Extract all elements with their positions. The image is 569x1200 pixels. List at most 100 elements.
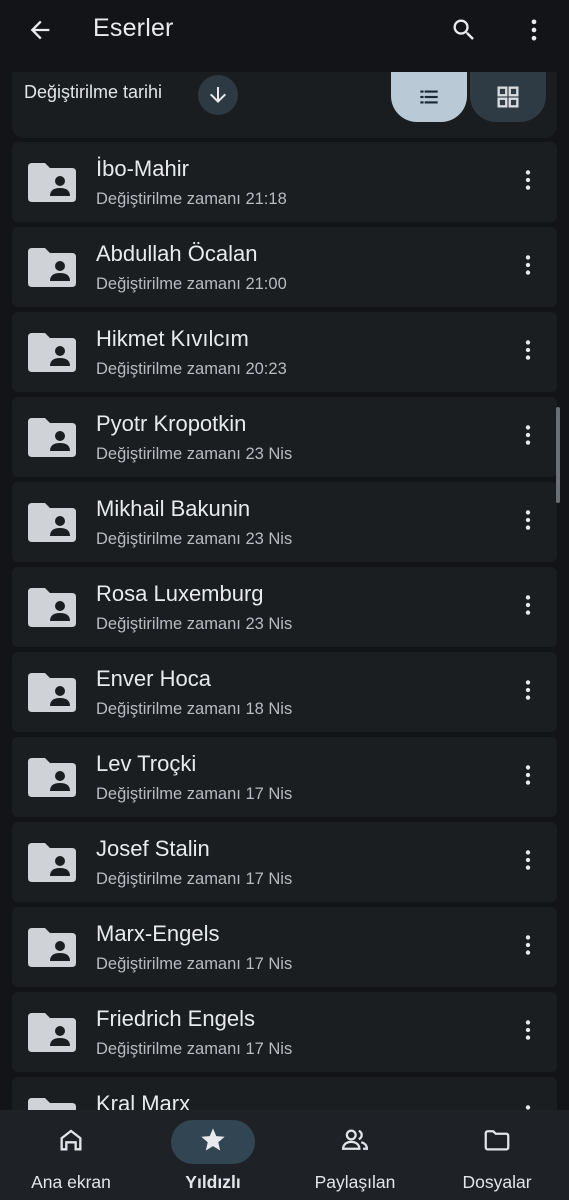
folder-more-button[interactable]	[508, 1093, 548, 1110]
folder-row[interactable]: Mikhail Bakunin Değiştirilme zamanı 23 Ni…	[12, 482, 557, 562]
folder-name: Friedrich Engels	[96, 1006, 255, 1031]
more-vert-icon	[515, 337, 541, 368]
nav-item-star[interactable]: Yıldızlı	[142, 1110, 284, 1200]
nav-indicator	[29, 1120, 113, 1164]
nav-label: Paylaşılan	[314, 1172, 396, 1192]
more-vert-icon	[515, 762, 541, 793]
people-icon	[340, 1125, 370, 1160]
nav-indicator	[313, 1120, 397, 1164]
folder-row[interactable]: İbo-Mahir Değiştirilme zamanı 21:18	[12, 142, 557, 222]
folder-row[interactable]: Pyotr Kropotkin Değiştirilme zamanı 23 Ni…	[12, 397, 557, 477]
shared-folder-icon	[28, 757, 76, 797]
folder-row[interactable]: Rosa Luxemburg Değiştirilme zamanı 23 Nis	[12, 567, 557, 647]
nav-label: Dosyalar	[462, 1172, 532, 1192]
folder-row[interactable]: Friedrich Engels Değiştirilme zamanı 17 N…	[12, 992, 557, 1072]
folder-row[interactable]: Josef Stalin Değiştirilme zamanı 17 Nis	[12, 822, 557, 902]
app-bar: Eserler	[0, 0, 569, 60]
folder-row[interactable]: Abdullah Öcalan Değiştirilme zamanı 21:00	[12, 227, 557, 307]
folder-row[interactable]: Lev Troçki Değiştirilme zamanı 17 Nis	[12, 737, 557, 817]
folder-more-button[interactable]	[508, 243, 548, 291]
shared-folder-icon	[28, 927, 76, 967]
folder-more-button[interactable]	[508, 413, 548, 461]
scrollbar[interactable]	[556, 407, 560, 503]
folder-name: Josef Stalin	[96, 836, 210, 861]
folder-list: İbo-Mahir Değiştirilme zamanı 21:18 Abdull…	[12, 142, 557, 1110]
back-button[interactable]	[16, 6, 64, 54]
drive-starred-folder-screen: Eserler Değiştirilme tarihi İbo-Mahir De…	[0, 0, 569, 1200]
more-vert-icon	[515, 507, 541, 538]
folder-name: Hikmet Kıvılcım	[96, 326, 249, 351]
shared-folder-icon	[28, 672, 76, 712]
folder-row[interactable]: Marx-Engels Değiştirilme zamanı 17 Nis	[12, 907, 557, 987]
folder-modified-time: Değiştirilme zamanı 23 Nis	[96, 615, 293, 633]
nav-item-folder[interactable]: Dosyalar	[426, 1110, 568, 1200]
arrow-down-icon	[210, 87, 226, 103]
folder-more-button[interactable]	[508, 838, 548, 886]
folder-more-button[interactable]	[508, 923, 548, 971]
view-toggle	[391, 72, 546, 122]
arrow-back-icon	[30, 20, 50, 40]
folder-name: Rosa Luxemburg	[96, 581, 264, 606]
more-vert-icon	[515, 1102, 541, 1111]
folder-name: Mikhail Bakunin	[96, 496, 251, 521]
folder-more-button[interactable]	[508, 668, 548, 716]
folder-row[interactable]: Hikmet Kıvılcım Değiştirilme zamanı 20:23	[12, 312, 557, 392]
folder-more-button[interactable]	[508, 328, 548, 376]
list-view-button[interactable]	[391, 72, 467, 122]
star-icon	[199, 1126, 227, 1159]
folder-modified-time: Değiştirilme zamanı 18 Nis	[96, 700, 293, 718]
folder-name: Enver Hoca	[96, 666, 211, 691]
folder-more-button[interactable]	[508, 583, 548, 631]
folder-row[interactable]: Kral Marx	[12, 1077, 557, 1110]
home-icon	[57, 1126, 85, 1159]
more-vert-icon	[515, 1017, 541, 1048]
grid-view-button[interactable]	[470, 72, 546, 122]
folder-modified-time: Değiştirilme zamanı 17 Nis	[96, 1040, 293, 1058]
folder-modified-time: Değiştirilme zamanı 17 Nis	[96, 955, 293, 973]
folder-modified-time: Değiştirilme zamanı 23 Nis	[96, 530, 293, 548]
folder-modified-time: Değiştirilme zamanı 21:18	[96, 190, 287, 208]
folder-modified-time: Değiştirilme zamanı 23 Nis	[96, 445, 293, 463]
shared-folder-icon	[28, 332, 76, 372]
nav-indicator	[455, 1120, 539, 1164]
nav-item-people[interactable]: Paylaşılan	[284, 1110, 426, 1200]
shared-folder-icon	[28, 502, 76, 542]
nav-item-home[interactable]: Ana ekran	[0, 1110, 142, 1200]
folder-icon	[482, 1125, 512, 1160]
more-vert-icon	[515, 167, 541, 198]
nav-indicator	[171, 1120, 255, 1164]
folder-row[interactable]: Enver Hoca Değiştirilme zamanı 18 Nis	[12, 652, 557, 732]
more-vert-icon	[515, 677, 541, 708]
folder-more-button[interactable]	[508, 158, 548, 206]
shared-folder-icon	[28, 1012, 76, 1052]
folder-more-button[interactable]	[508, 753, 548, 801]
page-title: Eserler	[93, 14, 174, 42]
sort-direction-button[interactable]	[198, 75, 238, 115]
folder-name: Lev Troçki	[96, 751, 197, 776]
folder-modified-time: Değiştirilme zamanı 17 Nis	[96, 785, 293, 803]
folder-modified-time: Değiştirilme zamanı 17 Nis	[96, 870, 293, 888]
folder-modified-time: Değiştirilme zamanı 20:23	[96, 360, 287, 378]
sort-label[interactable]: Değiştirilme tarihi	[24, 82, 162, 103]
folder-more-button[interactable]	[508, 1008, 548, 1056]
more-vert-icon	[515, 932, 541, 963]
search-button[interactable]	[440, 6, 488, 54]
more-options-button[interactable]	[510, 6, 558, 54]
shared-folder-icon	[28, 587, 76, 627]
bottom-navigation: Ana ekran Yıldızlı Paylaşılan Dosyalar	[0, 1110, 569, 1200]
folder-name: İbo-Mahir	[96, 156, 189, 181]
folder-modified-time: Değiştirilme zamanı 21:00	[96, 275, 287, 293]
more-vert-icon	[515, 252, 541, 283]
folder-more-button[interactable]	[508, 498, 548, 546]
more-vert-icon	[515, 422, 541, 453]
search-icon	[453, 19, 474, 40]
nav-label: Ana ekran	[31, 1172, 111, 1192]
nav-label: Yıldızlı	[185, 1172, 241, 1192]
shared-folder-icon	[28, 162, 76, 202]
folder-name: Abdullah Öcalan	[96, 241, 258, 266]
folder-name: Marx-Engels	[96, 921, 220, 946]
shared-folder-icon	[28, 1097, 76, 1110]
more-vert-icon	[515, 847, 541, 878]
folder-name: Kral Marx	[96, 1091, 191, 1110]
folder-name: Pyotr Kropotkin	[96, 411, 247, 436]
